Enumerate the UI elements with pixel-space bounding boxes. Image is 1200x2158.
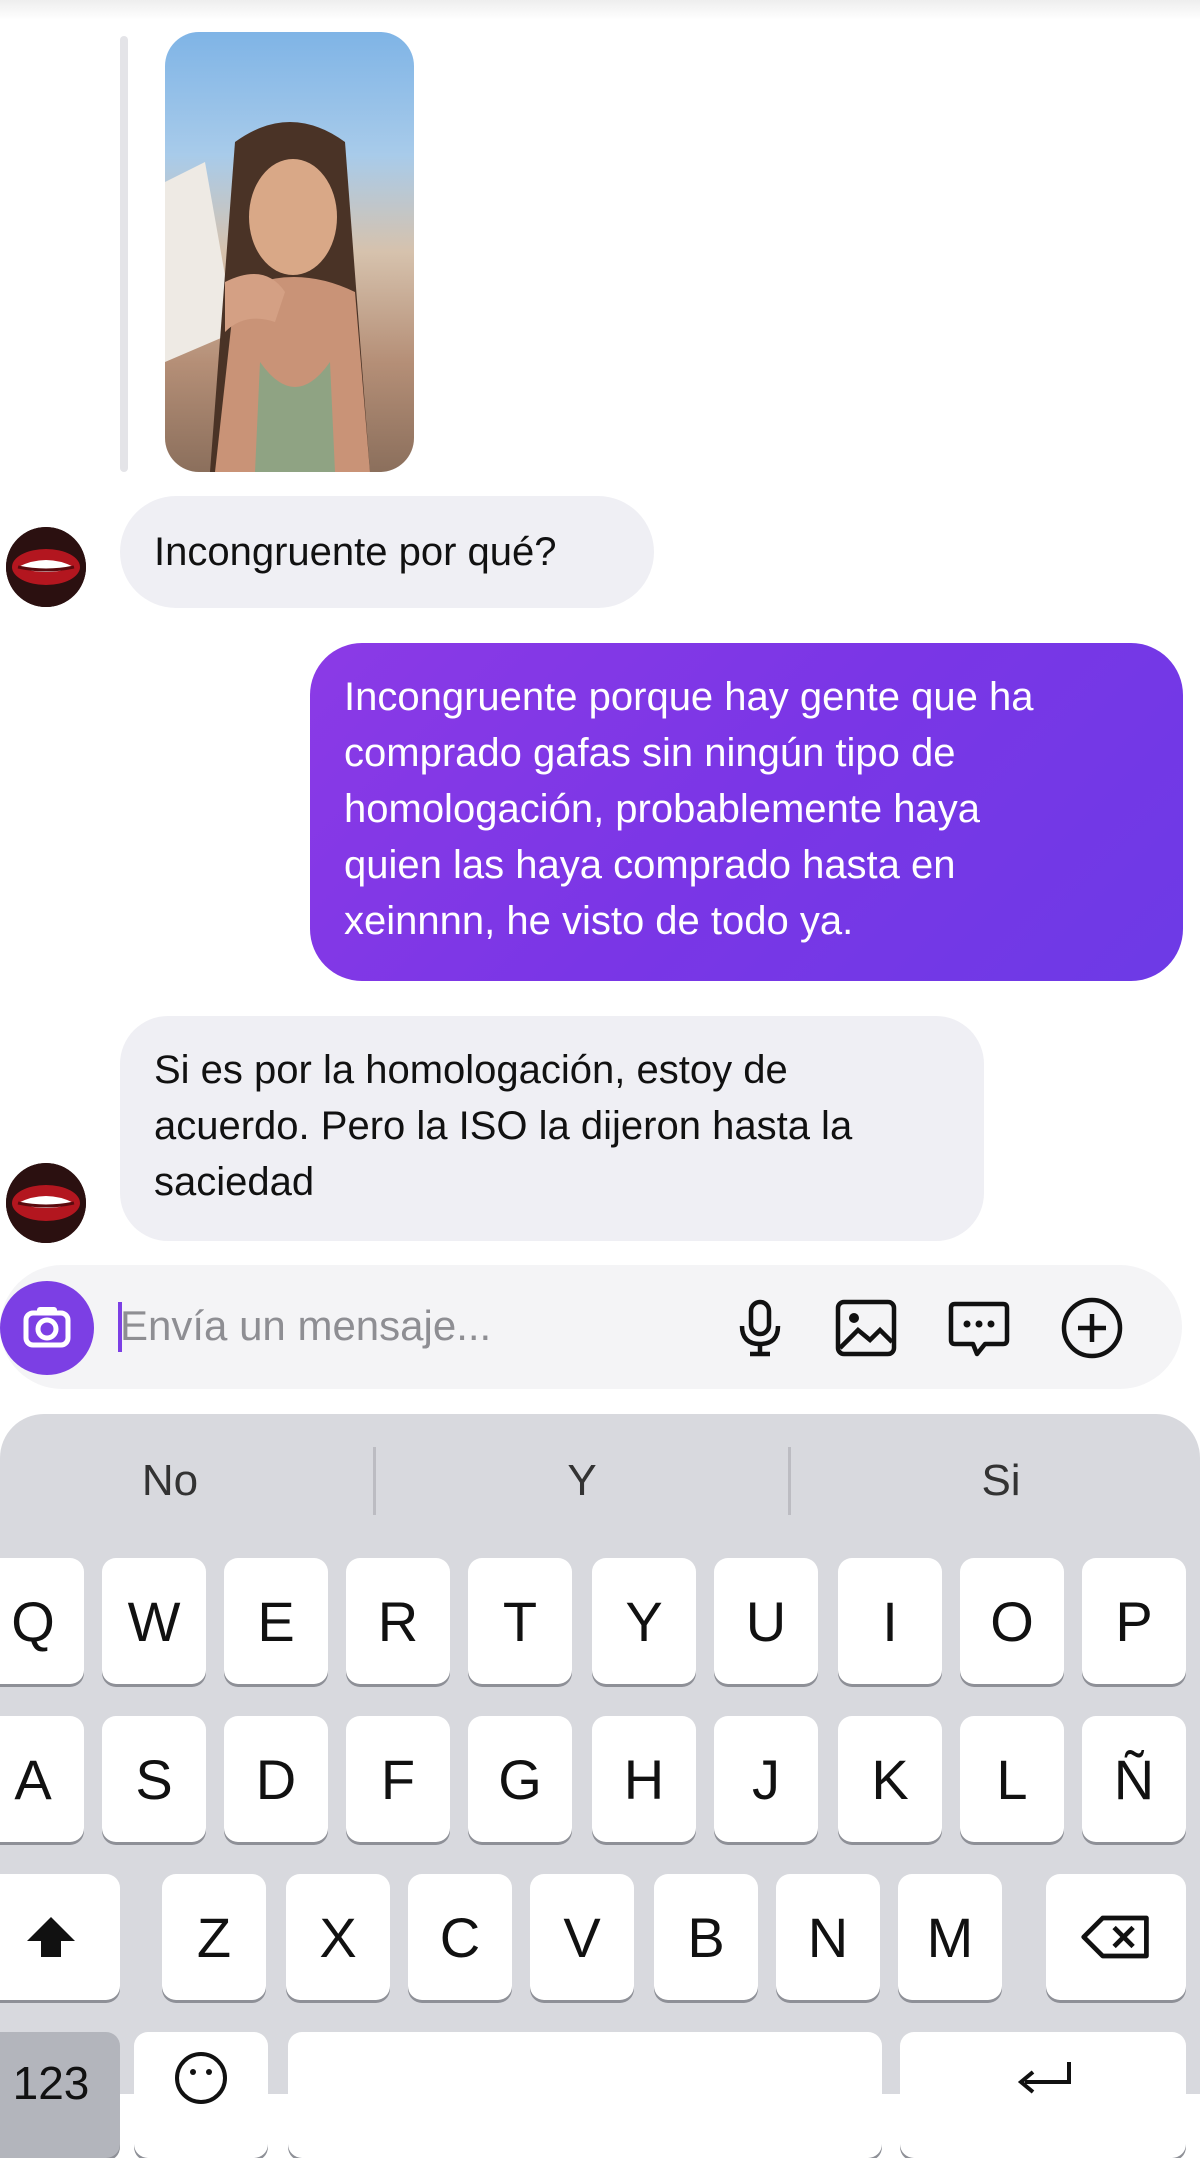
key-g[interactable]: G: [468, 1716, 572, 1842]
message-bubble-outgoing[interactable]: Incongruente porque hay gente que ha com…: [310, 643, 1183, 981]
key-v[interactable]: V: [530, 1874, 634, 2000]
key-d[interactable]: D: [224, 1716, 328, 1842]
reply-indicator-line: [120, 36, 128, 472]
sender-avatar[interactable]: [6, 1163, 86, 1243]
suggestion-3[interactable]: Si: [791, 1445, 1200, 1517]
sticker-chat-icon[interactable]: [945, 1294, 1013, 1362]
message-input[interactable]: [120, 1296, 720, 1356]
story-reply-thumbnail[interactable]: [165, 32, 414, 472]
plus-circle-icon[interactable]: [1058, 1294, 1126, 1362]
message-text: Si es por la homologación, estoy de acue…: [154, 1048, 853, 1204]
key-c[interactable]: C: [408, 1874, 512, 2000]
camera-button[interactable]: [0, 1281, 94, 1375]
sender-avatar[interactable]: [6, 527, 86, 607]
shift-key[interactable]: [0, 1874, 120, 2000]
key-l[interactable]: L: [960, 1716, 1064, 1842]
return-key[interactable]: [900, 2032, 1186, 2158]
numbers-key-label: 123: [12, 2057, 90, 2109]
microphone-icon[interactable]: [726, 1294, 794, 1362]
key-a[interactable]: A: [0, 1716, 84, 1842]
backspace-key[interactable]: [1046, 1874, 1186, 2000]
key-n[interactable]: N: [776, 1874, 880, 2000]
key-s[interactable]: S: [102, 1716, 206, 1842]
space-key[interactable]: [288, 2032, 882, 2158]
key-q[interactable]: Q: [0, 1558, 84, 1684]
emoji-icon: [175, 2052, 227, 2104]
image-icon[interactable]: [832, 1294, 900, 1362]
key-j[interactable]: J: [714, 1716, 818, 1842]
return-icon: [1017, 2062, 1071, 2094]
key-x[interactable]: X: [286, 1874, 390, 2000]
backspace-icon: [1081, 1915, 1149, 1959]
key-f[interactable]: F: [346, 1716, 450, 1842]
key-r[interactable]: R: [346, 1558, 450, 1684]
shift-icon: [27, 1917, 75, 1957]
message-text: Incongruente por qué?: [154, 530, 557, 574]
key-enye[interactable]: Ñ: [1082, 1716, 1186, 1842]
key-i[interactable]: I: [838, 1558, 942, 1684]
suggestion-2[interactable]: Y: [376, 1445, 788, 1517]
key-u[interactable]: U: [714, 1558, 818, 1684]
message-bubble-incoming[interactable]: Incongruente por qué?: [120, 496, 654, 608]
message-text: Incongruente porque hay gente que ha com…: [344, 675, 1034, 943]
key-w[interactable]: W: [102, 1558, 206, 1684]
message-bubble-incoming[interactable]: Si es por la homologación, estoy de acue…: [120, 1016, 984, 1241]
key-m[interactable]: M: [898, 1874, 1002, 2000]
key-h[interactable]: H: [592, 1716, 696, 1842]
key-z[interactable]: Z: [162, 1874, 266, 2000]
key-o[interactable]: O: [960, 1558, 1064, 1684]
key-p[interactable]: P: [1082, 1558, 1186, 1684]
suggestion-1[interactable]: No: [0, 1445, 340, 1517]
key-t[interactable]: T: [468, 1558, 572, 1684]
key-b[interactable]: B: [654, 1874, 758, 2000]
key-k[interactable]: K: [838, 1716, 942, 1842]
camera-icon: [23, 1307, 71, 1348]
numbers-key[interactable]: 123: [0, 2032, 120, 2158]
key-y[interactable]: Y: [592, 1558, 696, 1684]
top-fade: [0, 0, 1200, 20]
emoji-key[interactable]: [134, 2032, 268, 2158]
key-e[interactable]: E: [224, 1558, 328, 1684]
